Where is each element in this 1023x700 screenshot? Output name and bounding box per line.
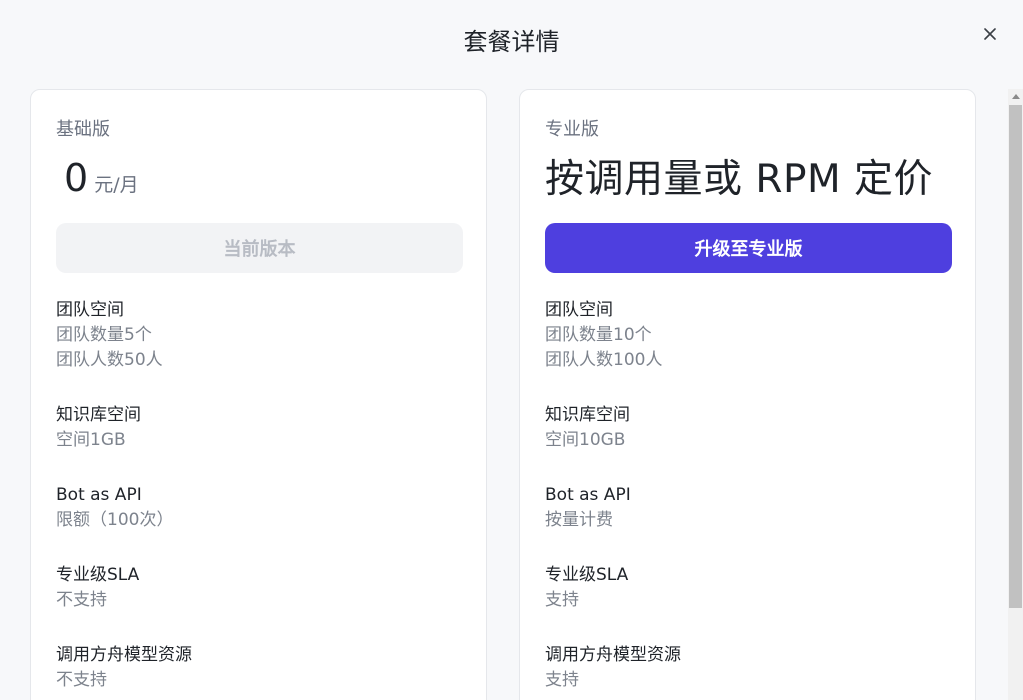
current-plan-button: 当前版本 [56, 223, 463, 273]
feature-detail: 团队数量10个 [545, 325, 652, 345]
price-value: 0 [64, 156, 89, 200]
plan-card-pro: 专业版 按调用量或 RPM 定价 升级至专业版 团队空间 团队数量10个 团队人… [519, 89, 976, 700]
feature-bot-as-api: Bot as API 限额（100次） [56, 483, 173, 533]
feature-sla: 专业级SLA 支持 [545, 563, 628, 613]
plan-card-basic: 基础版 0 元/月 当前版本 团队空间 团队数量5个 团队人数50人 知识库空间… [30, 89, 487, 700]
feature-detail: 不支持 [56, 590, 107, 610]
price: 0 元/月 [64, 154, 139, 202]
feature-title: 专业级SLA [56, 565, 140, 585]
close-button[interactable] [978, 22, 1002, 46]
feature-title: 团队空间 [545, 300, 613, 320]
scroll-up-button[interactable] [1008, 89, 1023, 103]
feature-detail: 团队人数50人 [56, 350, 163, 370]
feature-team-space: 团队空间 团队数量5个 团队人数50人 [56, 298, 163, 373]
feature-title: 知识库空间 [545, 405, 630, 425]
feature-model-resources: 调用方舟模型资源 不支持 [56, 643, 192, 693]
feature-knowledge-space: 知识库空间 空间1GB [56, 403, 141, 453]
feature-title: 知识库空间 [56, 405, 141, 425]
modal-title: 套餐详情 [463, 28, 560, 56]
feature-title: 调用方舟模型资源 [56, 645, 192, 665]
feature-detail: 团队人数100人 [545, 350, 663, 370]
feature-sla: 专业级SLA 不支持 [56, 563, 139, 613]
upgrade-button[interactable]: 升级至专业版 [545, 223, 952, 273]
feature-title: 专业级SLA [545, 565, 629, 585]
plan-name: 专业版 [545, 119, 599, 140]
feature-title: Bot as API [56, 485, 142, 505]
feature-detail: 支持 [545, 670, 579, 690]
vertical-scrollbar[interactable] [1008, 89, 1023, 700]
feature-detail: 团队数量5个 [56, 325, 152, 345]
feature-detail: 限额（100次） [56, 510, 174, 530]
feature-detail: 按量计费 [545, 510, 613, 530]
feature-title: 调用方舟模型资源 [545, 645, 681, 665]
scroll-up-arrow-icon [1011, 93, 1020, 99]
plan-details-modal: 套餐详情 基础版 0 元/月 当前版本 团队空间 团队数量5个 团队人数50人 … [0, 0, 1023, 700]
plan-name: 基础版 [56, 119, 110, 140]
feature-detail: 支持 [545, 590, 579, 610]
feature-knowledge-space: 知识库空间 空间10GB [545, 403, 630, 453]
feature-bot-as-api: Bot as API 按量计费 [545, 483, 631, 533]
price-unit: 元/月 [94, 174, 139, 196]
feature-detail: 空间10GB [545, 430, 626, 450]
close-icon [984, 28, 996, 40]
feature-model-resources: 调用方舟模型资源 支持 [545, 643, 681, 693]
feature-title: Bot as API [545, 485, 631, 505]
feature-detail: 不支持 [56, 670, 107, 690]
feature-detail: 空间1GB [56, 430, 126, 450]
feature-title: 团队空间 [56, 300, 124, 320]
scroll-thumb[interactable] [1009, 105, 1022, 608]
price-text: 按调用量或 RPM 定价 [545, 157, 934, 202]
feature-team-space: 团队空间 团队数量10个 团队人数100人 [545, 298, 662, 373]
